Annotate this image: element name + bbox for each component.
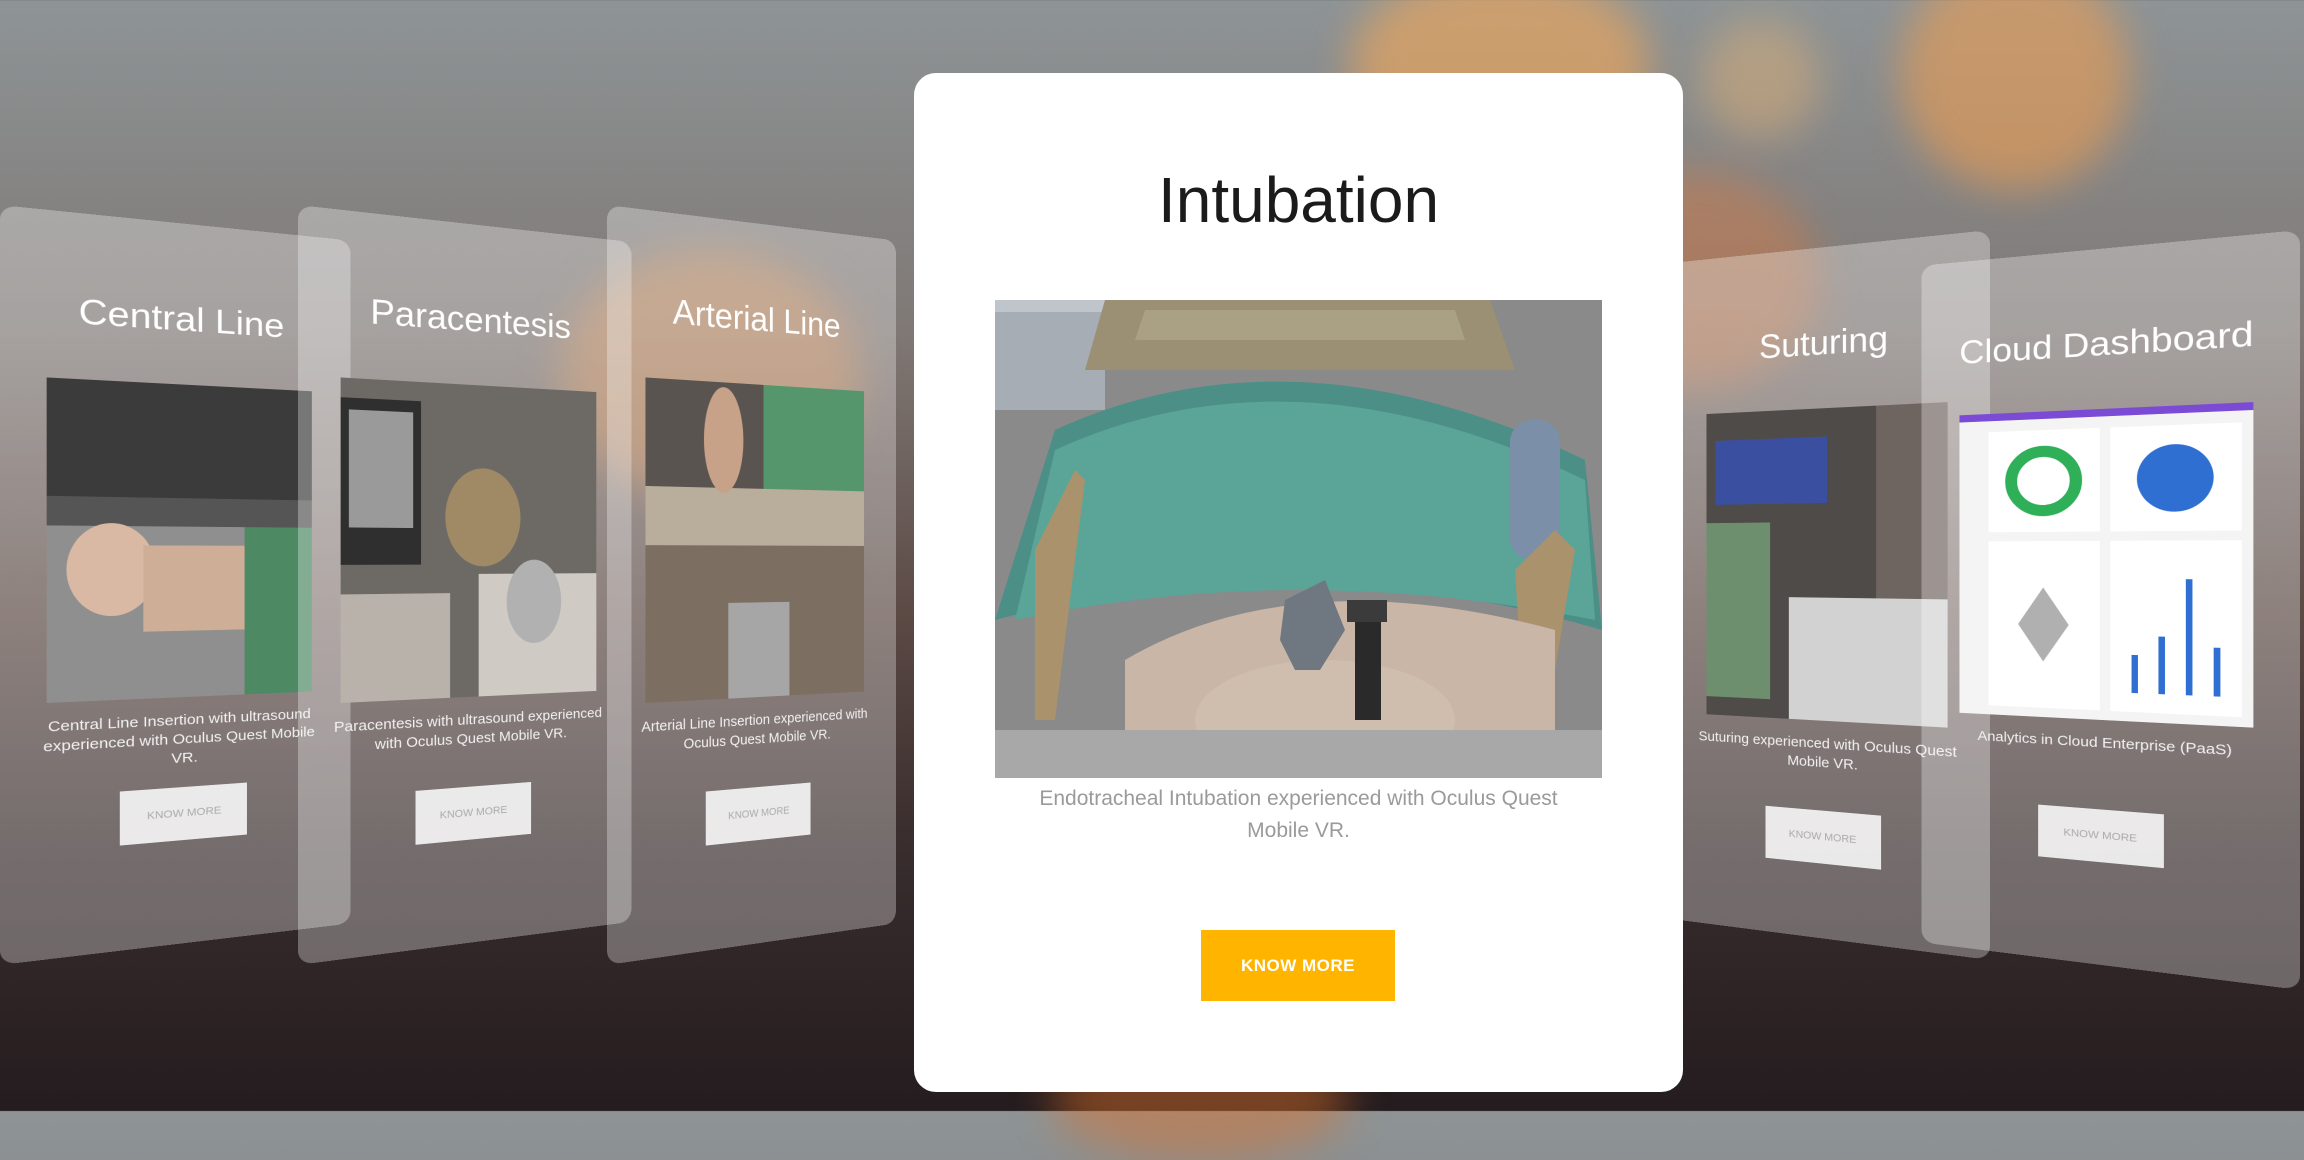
know-more-button[interactable]: KNOW MORE <box>415 781 531 845</box>
know-more-button[interactable]: KNOW MORE <box>1201 930 1395 1001</box>
card-image <box>46 377 312 703</box>
featured-card-intubation: Intubation Endotracheal Intubation exper… <box>914 73 1683 1092</box>
card-paracentesis[interactable]: Paracentesis Paracentesis with ultrasoun… <box>298 205 632 965</box>
featured-image <box>995 300 1602 778</box>
card-image <box>1959 402 2254 728</box>
card-description: Central Line Insertion with ultrasound e… <box>43 706 315 767</box>
card-title: Paracentesis <box>370 291 571 346</box>
know-more-button[interactable]: KNOW MORE <box>2038 804 2164 869</box>
card-image <box>340 377 597 703</box>
card-title: Cloud Dashboard <box>1959 313 2254 372</box>
card-title: Arterial Line <box>672 291 841 345</box>
know-more-button[interactable]: KNOW MORE <box>1765 805 1882 870</box>
card-image <box>645 377 865 703</box>
know-more-button[interactable]: KNOW MORE <box>705 782 811 846</box>
featured-description: Endotracheal Intubation experienced with… <box>1039 787 1558 842</box>
card-description: Suturing experienced with Oculus Quest M… <box>1698 728 1957 774</box>
card-image <box>1706 402 1948 728</box>
card-cloud-dashboard[interactable]: Cloud Dashboard Analytics in Cloud Enter… <box>1921 230 2300 990</box>
featured-title: Intubation <box>1157 164 1440 236</box>
know-more-button[interactable]: KNOW MORE <box>119 782 247 846</box>
card-description: Paracentesis with ultrasound experienced… <box>333 705 602 754</box>
card-arterial-line[interactable]: Arterial Line Arterial Line Insertion ex… <box>607 205 896 965</box>
card-description: Analytics in Cloud Enterprise (PaaS) <box>1977 728 2233 759</box>
card-description: Arterial Line Insertion experienced with… <box>641 705 868 753</box>
